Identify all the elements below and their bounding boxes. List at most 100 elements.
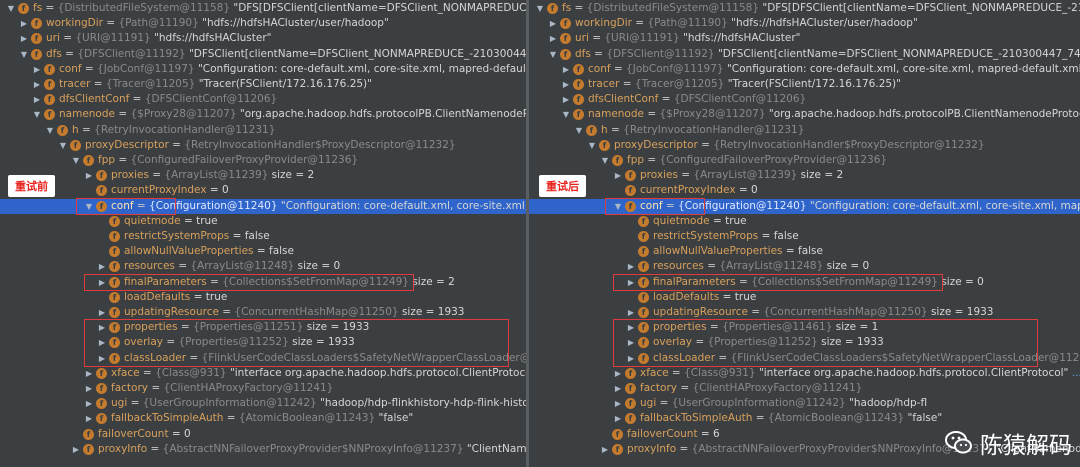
- collapsed-arrow-icon[interactable]: ▶: [97, 259, 107, 274]
- expanded-arrow-icon[interactable]: ▼: [561, 107, 571, 122]
- tree-row-proxies[interactable]: ▶ f proxies = {ArrayList@11239} size = 2: [529, 168, 1080, 183]
- tree-row-failovercount[interactable]: f failoverCount = 0: [0, 427, 526, 442]
- collapsed-arrow-icon[interactable]: ▶: [561, 62, 571, 77]
- variable-value: = 6: [700, 427, 720, 440]
- tree-row-workingdir[interactable]: ▶ f workingDir = {Path@11190} "hdfs://hdfs…: [0, 16, 526, 31]
- tree-row-fpp[interactable]: ▼ f fpp = {ConfiguredFailoverProxyProvider…: [0, 153, 526, 168]
- expanded-arrow-icon[interactable]: ▼: [535, 1, 545, 16]
- tree-row-tracer[interactable]: ▶ f tracer = {Tracer@11205} "Tracer(FSClie…: [529, 77, 1080, 92]
- expanded-arrow-icon[interactable]: ▼: [6, 1, 16, 16]
- tree-row-loaddefaults[interactable]: f loadDefaults = true: [0, 290, 526, 305]
- tree-row-quietmode[interactable]: f quietmode = true: [529, 214, 1080, 229]
- collapsed-arrow-icon[interactable]: ▶: [600, 442, 610, 457]
- collapsed-arrow-icon[interactable]: ▶: [626, 259, 636, 274]
- expanded-arrow-icon[interactable]: ▼: [548, 47, 558, 62]
- tree-row-fallbacktosimpleauth[interactable]: ▶ f fallbackToSimpleAuth = {AtomicBoolean@…: [0, 411, 526, 426]
- collapsed-arrow-icon[interactable]: ▶: [561, 92, 571, 107]
- tree-row-uri[interactable]: ▶ f uri = {URI@11191} "hdfs://hdfsHACluste…: [0, 31, 526, 46]
- tree-row-xface[interactable]: ▶ f xface = {Class@931} "interface org.apa…: [0, 366, 526, 381]
- tree-row-workingdir[interactable]: ▶ f workingDir = {Path@11190} "hdfs://hdfs…: [529, 16, 1080, 31]
- collapsed-arrow-icon[interactable]: ▶: [613, 168, 623, 183]
- tree-row-fpp[interactable]: ▼ f fpp = {ConfiguredFailoverProxyProvider…: [529, 153, 1080, 168]
- tree-row-dfs[interactable]: ▼ f dfs = {DFSClient@11192} "DFSClient[cli…: [529, 47, 1080, 62]
- tree-row-updatingresource[interactable]: ▶ f updatingResource = {ConcurrentHashMap@…: [529, 305, 1080, 320]
- tree-row-dfsclientconf[interactable]: ▶ f dfsClientConf = {DFSClientConf@11206}: [0, 92, 526, 107]
- field-icon: f: [612, 443, 623, 455]
- collapsed-arrow-icon[interactable]: ▶: [84, 381, 94, 396]
- tree-row-xface[interactable]: ▶ f xface = {Class@931} "interface org.apa…: [529, 366, 1080, 381]
- tree-row-factory[interactable]: ▶ f factory = {ClientHAProxyFactory@11241}: [0, 381, 526, 396]
- tree-row-resources[interactable]: ▶ f resources = {ArrayList@11248} size = 0: [0, 259, 526, 274]
- tree-row-namenode[interactable]: ▼ f namenode = {$Proxy28@11207} "org.apach…: [0, 107, 526, 122]
- collapsed-arrow-icon[interactable]: ▶: [32, 62, 42, 77]
- collapsed-arrow-icon[interactable]: ▶: [97, 305, 107, 320]
- collapsed-arrow-icon[interactable]: ▶: [613, 366, 623, 381]
- tree-row-allownullvalueproperties[interactable]: f allowNullValueProperties = false: [529, 244, 1080, 259]
- collapsed-arrow-icon[interactable]: ▶: [626, 305, 636, 320]
- expanded-arrow-icon[interactable]: ▼: [45, 123, 55, 138]
- tree-row-updatingresource[interactable]: ▶ f updatingResource = {ConcurrentHashMap@…: [0, 305, 526, 320]
- tree-row-factory[interactable]: ▶ f factory = {ClientHAProxyFactory@11241}: [529, 381, 1080, 396]
- collapsed-arrow-icon[interactable]: ▶: [19, 31, 29, 46]
- collapsed-arrow-icon[interactable]: ▶: [84, 366, 94, 381]
- collapsed-arrow-icon[interactable]: ▶: [84, 168, 94, 183]
- tree-row-conf[interactable]: ▶ f conf = {JobConf@11197} "Configuration:…: [0, 62, 526, 77]
- field-icon: f: [625, 185, 636, 197]
- field-icon: f: [70, 139, 81, 151]
- variable-name: tracer: [59, 78, 91, 90]
- variable-value: "DFS[DFSClient[clientName=DFSClient_NONM…: [762, 2, 1080, 14]
- tree-row-ugi[interactable]: ▶ f ugi = {UserGroupInformation@11242} "ha…: [0, 396, 526, 411]
- tree-row-fs[interactable]: ▼ f fs = {DistributedFileSystem@11158} "DF…: [0, 1, 526, 16]
- tree-row-uri[interactable]: ▶ f uri = {URI@11191} "hdfs://hdfsHACluste…: [529, 31, 1080, 46]
- expanded-arrow-icon[interactable]: ▼: [587, 138, 597, 153]
- navigate-link[interactable]: ... Navigate: [1072, 367, 1080, 379]
- tree-row-fs[interactable]: ▼ f fs = {DistributedFileSystem@11158} "DF…: [529, 1, 1080, 16]
- tree-row-namenode[interactable]: ▼ f namenode = {$Proxy28@11207} "org.apach…: [529, 107, 1080, 122]
- collapsed-arrow-icon[interactable]: ▶: [548, 31, 558, 46]
- tree-row-h[interactable]: ▼ f h = {RetryInvocationHandler@11231}: [0, 123, 526, 138]
- variable-value: = true: [722, 290, 757, 303]
- variable-value: "Configuration: core-default.xml, core-s…: [726, 62, 1080, 75]
- expanded-arrow-icon[interactable]: ▼: [19, 47, 29, 62]
- expanded-arrow-icon[interactable]: ▼: [32, 107, 42, 122]
- variable-name: namenode: [59, 108, 115, 121]
- tree-row-conf[interactable]: ▶ f conf = {JobConf@11197} "Configuration:…: [529, 62, 1080, 77]
- tree-row-loaddefaults[interactable]: f loadDefaults = true: [529, 290, 1080, 305]
- tree-row-resources[interactable]: ▶ f resources = {ArrayList@11248} size = 0: [529, 259, 1080, 274]
- tree-row-dfsclientconf[interactable]: ▶ f dfsClientConf = {DFSClientConf@11206}: [529, 92, 1080, 107]
- variable-value: "ClientNamenodeProtocol: [466, 442, 526, 455]
- variable-text: dfs = {DFSClient@11192} "DFSClient[clien…: [575, 47, 1080, 62]
- tree-row-proxies[interactable]: ▶ f proxies = {ArrayList@11239} size = 2: [0, 168, 526, 183]
- collapsed-arrow-icon[interactable]: ▶: [613, 381, 623, 396]
- tree-row-proxyinfo[interactable]: ▶ f proxyInfo = {AbstractNNFailoverProxyPr…: [0, 442, 526, 457]
- tree-row-allownullvalueproperties[interactable]: f allowNullValueProperties = false: [0, 244, 526, 259]
- tree-row-tracer[interactable]: ▶ f tracer = {Tracer@11205} "Tracer(FSClie…: [0, 77, 526, 92]
- tree-row-quietmode[interactable]: f quietmode = true: [0, 214, 526, 229]
- collapsed-arrow-icon[interactable]: ▶: [32, 77, 42, 92]
- tree-row-currentproxyindex[interactable]: f currentProxyIndex = 0: [0, 183, 526, 198]
- collapsed-arrow-icon[interactable]: ▶: [548, 16, 558, 31]
- collapsed-arrow-icon[interactable]: ▶: [19, 16, 29, 31]
- variable-name: xface: [640, 366, 669, 379]
- tree-row-restrictsystemprops[interactable]: f restrictSystemProps = false: [0, 229, 526, 244]
- collapsed-arrow-icon[interactable]: ▶: [613, 396, 623, 411]
- tree-row-proxydescriptor[interactable]: ▼ f proxyDescriptor = {RetryInvocationHand…: [0, 138, 526, 153]
- expanded-arrow-icon[interactable]: ▼: [58, 138, 68, 153]
- tree-row-currentproxyindex[interactable]: f currentProxyIndex = 0: [529, 183, 1080, 198]
- tree-row-ugi[interactable]: ▶ f ugi = {UserGroupInformation@11242} "ha…: [529, 396, 1080, 411]
- collapsed-arrow-icon[interactable]: ▶: [84, 411, 94, 426]
- expanded-arrow-icon[interactable]: ▼: [600, 153, 610, 168]
- collapsed-arrow-icon[interactable]: ▶: [71, 442, 81, 457]
- tree-row-h[interactable]: ▼ f h = {RetryInvocationHandler@11231}: [529, 123, 1080, 138]
- collapsed-arrow-icon[interactable]: ▶: [32, 92, 42, 107]
- tree-row-proxydescriptor[interactable]: ▼ f proxyDescriptor = {RetryInvocationHand…: [529, 138, 1080, 153]
- expanded-arrow-icon[interactable]: ▼: [574, 123, 584, 138]
- variable-text: h = {RetryInvocationHandler@11231}: [601, 123, 805, 136]
- collapsed-arrow-icon[interactable]: ▶: [84, 396, 94, 411]
- collapsed-arrow-icon[interactable]: ▶: [613, 411, 623, 426]
- object-reference: {ConfiguredFailoverProxyProvider@11236}: [130, 154, 359, 166]
- expanded-arrow-icon[interactable]: ▼: [71, 153, 81, 168]
- tree-row-restrictsystemprops[interactable]: f restrictSystemProps = false: [529, 229, 1080, 244]
- tree-row-dfs[interactable]: ▼ f dfs = {DFSClient@11192} "DFSClient[cli…: [0, 47, 526, 62]
- collapsed-arrow-icon[interactable]: ▶: [561, 77, 571, 92]
